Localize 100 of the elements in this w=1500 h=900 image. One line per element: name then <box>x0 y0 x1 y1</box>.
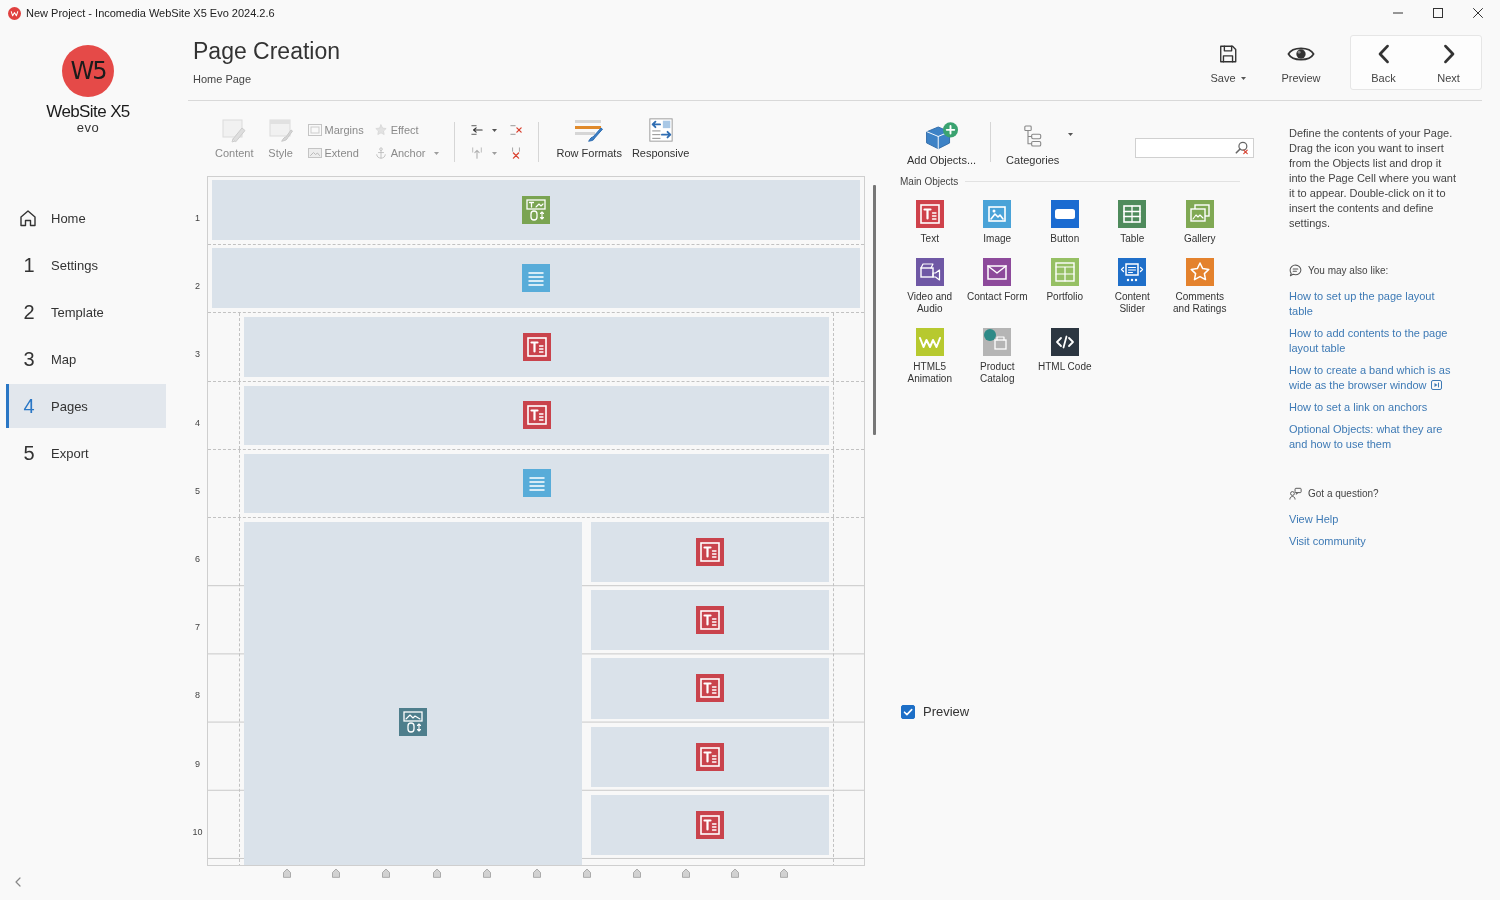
save-button[interactable]: Save <box>1197 35 1259 90</box>
categories-button[interactable]: Categories <box>1004 116 1076 167</box>
object-item[interactable]: Table <box>1098 200 1166 245</box>
next-button[interactable]: Next <box>1416 36 1481 89</box>
home-icon <box>19 209 37 227</box>
text-image-icon <box>522 196 550 225</box>
text-icon <box>696 538 724 567</box>
image-text-icon <box>399 708 427 737</box>
back-button[interactable]: Back <box>1351 36 1416 89</box>
row-number: 4 <box>194 416 201 430</box>
star-icon <box>373 124 388 136</box>
paintbrush-icon <box>267 116 294 143</box>
object-item[interactable]: Button <box>1031 200 1099 245</box>
page-cell[interactable] <box>591 726 829 787</box>
text-icon <box>522 332 551 361</box>
row-number: 8 <box>194 689 201 703</box>
app-logo-icon <box>8 6 21 20</box>
delete-row-icon <box>508 124 523 136</box>
preview-checkbox[interactable] <box>901 704 915 719</box>
page-cell[interactable] <box>244 453 829 513</box>
page-cell[interactable] <box>212 180 860 241</box>
logo-edition: evo <box>76 121 100 134</box>
save-icon <box>1218 44 1238 64</box>
text-icon <box>696 810 724 839</box>
row-number: 5 <box>194 484 201 498</box>
help-link[interactable]: How to create a band which is as wide as the browser window <box>1289 363 1454 393</box>
nav-item[interactable]: Home <box>6 196 166 240</box>
search-field[interactable] <box>1135 138 1254 158</box>
image-frame-icon <box>307 147 322 159</box>
caret-icon <box>433 151 439 155</box>
list-icon <box>522 469 551 498</box>
scrollbar[interactable] <box>873 185 876 435</box>
help-link[interactable]: Visit community <box>1289 534 1454 549</box>
row-formats-button[interactable]: Row Formats <box>553 116 625 167</box>
logo-mark: W5 <box>62 45 114 97</box>
page-title: Page Creation <box>193 37 341 65</box>
nav-item[interactable]: 5 Export <box>6 431 166 475</box>
object-item[interactable]: Contact Form <box>963 258 1031 315</box>
page-cell[interactable] <box>591 794 829 855</box>
chevron-right-icon <box>1441 44 1456 64</box>
object-item[interactable]: Image <box>963 200 1031 245</box>
logo-name: WebSite X5 <box>46 102 130 122</box>
add-objects-button[interactable]: Add Objects... <box>905 116 979 167</box>
section-title: Main Objects <box>900 175 959 187</box>
frame-icon <box>307 124 322 136</box>
nav-item[interactable]: 2 Template <box>6 290 166 334</box>
checkbox-label[interactable]: Preview <box>923 704 970 719</box>
row-number: 9 <box>194 757 201 771</box>
maximize-icon <box>1433 8 1443 18</box>
person-chat-icon <box>1289 486 1302 500</box>
row-number: 10 <box>191 825 204 839</box>
anchor-icon <box>373 147 388 159</box>
hierarchy-icon <box>1022 124 1043 147</box>
page-cell[interactable] <box>244 317 829 377</box>
search-icon[interactable] <box>1235 141 1249 155</box>
object-item[interactable]: HTML Code <box>1031 328 1099 385</box>
help-link[interactable]: How to add contents to the page layout table <box>1289 326 1454 356</box>
text-icon <box>696 742 724 771</box>
caret-icon <box>491 128 497 132</box>
object-item[interactable]: Product Catalog <box>963 328 1031 385</box>
nav-item[interactable]: 4 Pages <box>6 384 166 428</box>
object-item[interactable]: Video and Audio <box>896 258 964 315</box>
object-item[interactable]: Comments and Ratings <box>1166 258 1234 315</box>
cube-plus-icon <box>924 120 959 150</box>
text-icon <box>522 401 551 430</box>
help-link[interactable]: View Help <box>1289 512 1454 527</box>
page-cell[interactable] <box>591 658 829 719</box>
object-item[interactable]: Content Slider <box>1098 258 1166 315</box>
object-item[interactable]: HTML5 Animation <box>896 328 964 385</box>
section-heading: Got a question? <box>1308 487 1379 499</box>
responsive-button[interactable]: Responsive <box>628 116 693 167</box>
preview-button[interactable]: Preview <box>1270 35 1332 90</box>
swap-arrows-icon <box>647 116 674 143</box>
page-cell[interactable] <box>244 385 829 445</box>
help-link[interactable]: Optional Objects: what they are and how to use them <box>1289 422 1454 452</box>
chevron-left-icon[interactable] <box>15 877 21 887</box>
page-subtitle: Home Page <box>193 73 253 85</box>
list-icon <box>522 264 550 293</box>
insert-row-icon <box>469 124 484 136</box>
insert-column-icon <box>469 147 484 159</box>
object-item[interactable]: Text <box>896 200 964 245</box>
row-number: 3 <box>194 348 201 362</box>
pencil-icon <box>221 116 248 143</box>
nav-item[interactable]: 3 Map <box>6 337 166 381</box>
row-number: 2 <box>194 280 201 294</box>
page-cell[interactable] <box>244 521 582 865</box>
page-cell[interactable] <box>591 521 829 583</box>
text-icon <box>696 674 724 703</box>
page-cell[interactable] <box>591 590 829 651</box>
object-item[interactable]: Gallery <box>1166 200 1234 245</box>
help-link[interactable]: How to set up the page layout table <box>1289 289 1454 319</box>
page-cell[interactable] <box>212 248 860 309</box>
text-icon <box>696 606 724 635</box>
help-link[interactable]: How to set a link on anchors <box>1289 400 1454 415</box>
caret-icon <box>491 151 497 155</box>
chevron-left-icon <box>1376 44 1391 64</box>
row-number: 1 <box>194 212 201 225</box>
object-item[interactable]: Portfolio <box>1031 258 1099 315</box>
nav-item[interactable]: 1 Settings <box>6 243 166 287</box>
window-title: New Project - Incomedia WebSite X5 Evo 2024.2.6 <box>26 7 275 19</box>
